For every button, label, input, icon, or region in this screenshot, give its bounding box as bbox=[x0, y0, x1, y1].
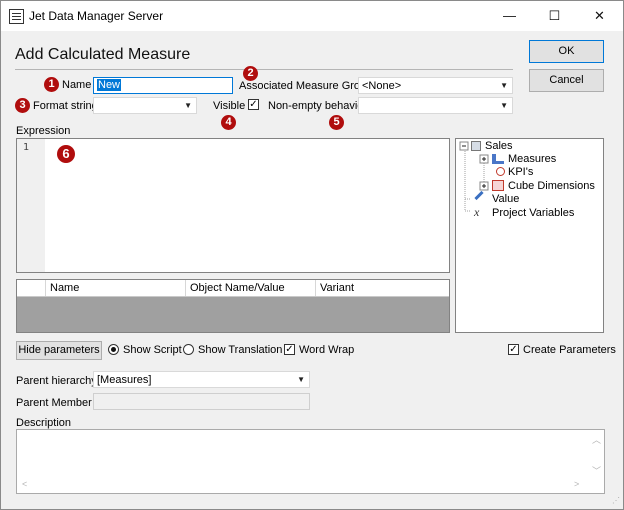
scroll-down-icon[interactable]: ﹀ bbox=[592, 464, 601, 477]
parent-member-input[interactable] bbox=[93, 393, 310, 410]
show-script-label: Show Script bbox=[123, 344, 182, 356]
app-icon bbox=[9, 9, 24, 24]
show-script-radio[interactable] bbox=[108, 344, 119, 355]
chevron-down-icon: ▼ bbox=[500, 81, 508, 90]
close-button[interactable]: ✕ bbox=[577, 1, 622, 31]
badge-2: 2 bbox=[243, 66, 258, 81]
badge-1: 1 bbox=[44, 77, 59, 92]
create-parameters-label: Create Parameters bbox=[523, 344, 616, 356]
tree-item-sales[interactable]: Sales bbox=[485, 140, 513, 152]
chevron-down-icon: ▼ bbox=[184, 101, 192, 110]
badge-6: 6 bbox=[57, 145, 75, 163]
name-input-value: New bbox=[97, 79, 122, 91]
cancel-button[interactable]: Cancel bbox=[529, 69, 604, 92]
minimize-button[interactable]: — bbox=[487, 1, 532, 31]
associated-measure-group-select[interactable]: <None> ▼ bbox=[358, 77, 513, 94]
word-wrap-checkbox[interactable]: ✓ bbox=[284, 344, 295, 355]
format-string-label: Format string bbox=[33, 100, 98, 112]
variable-icon: x bbox=[474, 205, 480, 219]
scroll-left-icon[interactable]: < bbox=[22, 479, 27, 489]
hide-parameters-button[interactable]: Hide parameters bbox=[16, 341, 102, 360]
maximize-button[interactable]: ☐ bbox=[532, 1, 577, 31]
cube-icon bbox=[471, 141, 481, 151]
object-tree[interactable]: Sales Measures KPI's Cube Dimensions Val… bbox=[455, 138, 604, 333]
parent-hierarchy-label: Parent hierarchy bbox=[16, 375, 97, 387]
name-input[interactable]: New bbox=[93, 77, 233, 94]
dialog-heading: Add Calculated Measure bbox=[15, 46, 191, 63]
tree-item-project-variables[interactable]: Project Variables bbox=[492, 207, 574, 219]
heading-divider bbox=[15, 69, 513, 70]
column-header-variant[interactable]: Variant bbox=[315, 280, 449, 296]
tree-item-kpis[interactable]: KPI's bbox=[508, 166, 533, 178]
name-label: Name bbox=[62, 79, 92, 91]
badge-5: 5 bbox=[329, 115, 344, 130]
visible-checkbox[interactable]: ✓ bbox=[248, 99, 259, 110]
parameters-grid-header: Name Object Name/Value Variant bbox=[17, 280, 449, 297]
resize-grip-icon[interactable]: ⋰ bbox=[612, 497, 620, 505]
editor-gutter: 1 bbox=[17, 139, 45, 272]
show-translation-label: Show Translation bbox=[198, 344, 283, 356]
dialog-window: Jet Data Manager Server — ☐ ✕ Add Calcul… bbox=[0, 0, 624, 510]
visible-label: Visible bbox=[213, 100, 246, 112]
title-bar: Jet Data Manager Server — ☐ ✕ bbox=[1, 1, 623, 31]
badge-3: 3 bbox=[15, 98, 30, 113]
kpi-icon bbox=[496, 167, 505, 176]
measures-icon bbox=[492, 154, 504, 164]
scroll-up-icon[interactable]: ︿ bbox=[592, 433, 601, 446]
tree-item-cube-dimensions[interactable]: Cube Dimensions bbox=[508, 180, 595, 192]
description-label: Description bbox=[16, 417, 72, 429]
dimensions-icon bbox=[492, 180, 504, 191]
show-translation-radio[interactable] bbox=[183, 344, 194, 355]
associated-measure-group-value: <None> bbox=[362, 80, 402, 92]
associated-measure-group-label: Associated Measure Group bbox=[239, 80, 373, 92]
word-wrap-label: Word Wrap bbox=[299, 344, 355, 356]
window-title: Jet Data Manager Server bbox=[29, 9, 164, 23]
chevron-down-icon: ▼ bbox=[500, 101, 508, 110]
tree-item-measures[interactable]: Measures bbox=[508, 153, 556, 165]
ok-button[interactable]: OK bbox=[529, 40, 604, 63]
column-header-object-name-value[interactable]: Object Name/Value bbox=[185, 280, 313, 296]
tree-item-value[interactable]: Value bbox=[492, 193, 519, 205]
line-number: 1 bbox=[23, 142, 30, 153]
vertical-scrollbar[interactable]: ︿ ﹀ bbox=[587, 430, 604, 478]
non-empty-behavior-select[interactable]: ▼ bbox=[358, 97, 513, 114]
non-empty-behavior-label: Non-empty behavior bbox=[268, 100, 368, 112]
description-textarea[interactable]: ︿ ﹀ < > bbox=[16, 429, 605, 494]
scroll-right-icon[interactable]: > bbox=[574, 479, 579, 489]
parent-hierarchy-value: [Measures] bbox=[97, 374, 152, 386]
parent-member-label: Parent Member bbox=[16, 397, 92, 409]
badge-4: 4 bbox=[221, 115, 236, 130]
horizontal-scrollbar[interactable]: < > bbox=[17, 477, 587, 493]
parameters-grid[interactable]: Name Object Name/Value Variant bbox=[16, 279, 450, 333]
parent-hierarchy-select[interactable]: [Measures] ▼ bbox=[93, 371, 310, 388]
expression-label: Expression bbox=[16, 125, 71, 137]
column-header-name[interactable]: Name bbox=[45, 280, 179, 296]
create-parameters-checkbox[interactable]: ✓ bbox=[508, 344, 519, 355]
expression-editor[interactable]: 1 6 bbox=[16, 138, 450, 273]
format-string-select[interactable]: ▼ bbox=[93, 97, 197, 114]
chevron-down-icon: ▼ bbox=[297, 375, 305, 384]
